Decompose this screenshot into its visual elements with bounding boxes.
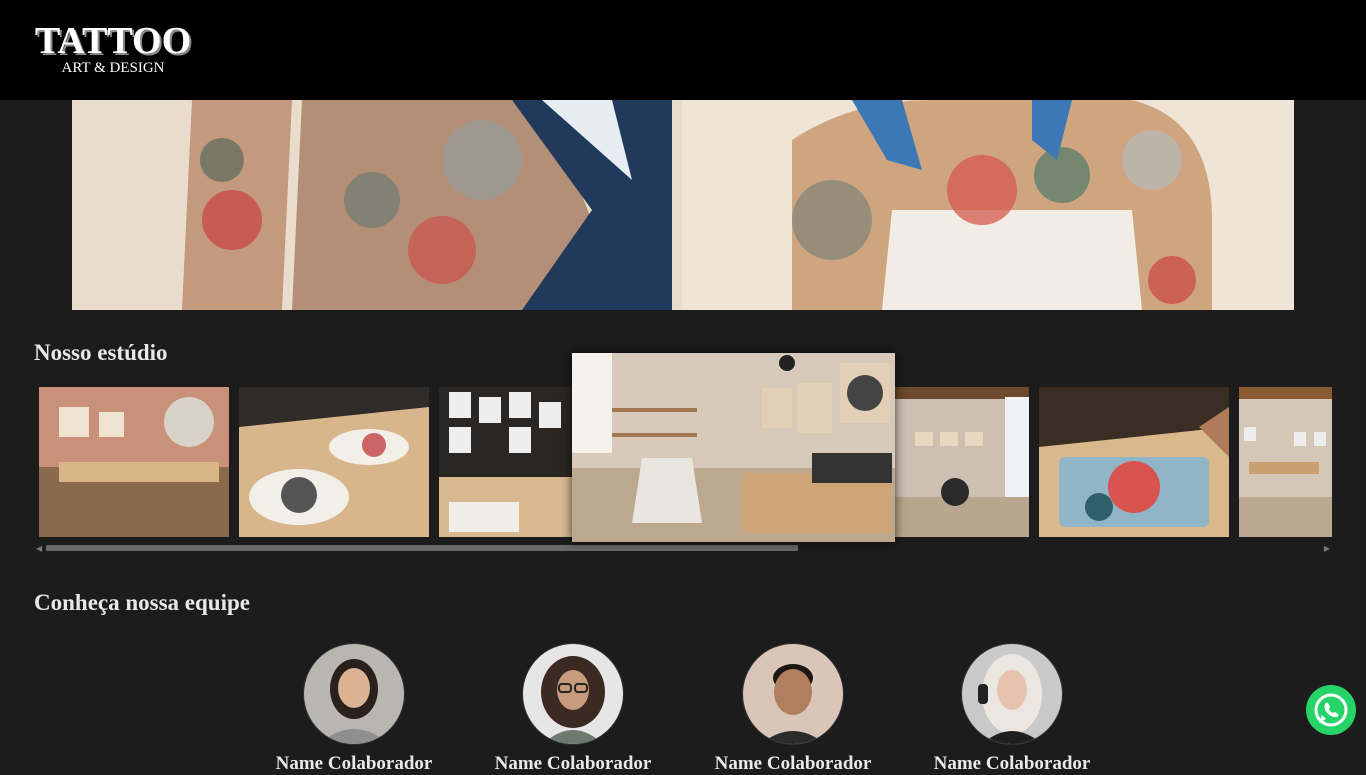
studio-photo[interactable] <box>39 387 229 537</box>
studio-photo[interactable] <box>239 387 429 537</box>
logo-subtitle: ART & DESIGN <box>61 60 165 76</box>
logo-title: TATTOO <box>34 20 192 62</box>
whatsapp-icon <box>1314 693 1348 727</box>
avatar <box>522 643 624 745</box>
scroll-right-arrow-icon[interactable]: ▶ <box>1324 544 1330 553</box>
team-section-title: Conheça nossa equipe <box>34 590 250 615</box>
gallery-scrollbar[interactable]: ◀ ▶ <box>34 543 1332 553</box>
team-member-name: Name Colaborador <box>275 753 433 774</box>
team-member-card[interactable]: Name Colaborador <box>473 643 673 775</box>
studio-photo[interactable] <box>1039 387 1229 537</box>
scroll-left-arrow-icon[interactable]: ◀ <box>36 544 42 553</box>
studio-photo[interactable] <box>1239 387 1332 537</box>
whatsapp-button[interactable] <box>1306 685 1356 735</box>
team-member-name: Name Colaborador <box>494 753 652 774</box>
team-member-card[interactable]: Name Colaborador <box>254 643 454 775</box>
team-member-card[interactable]: Name Colaborador <box>693 643 893 775</box>
team-member-name: Name Colaborador <box>714 753 872 774</box>
studio-photo-featured[interactable] <box>572 353 895 542</box>
studio-section-title: Nosso estúdio <box>34 340 168 365</box>
logo[interactable]: TATTOO ART & DESIGN <box>28 22 198 76</box>
avatar <box>961 643 1063 745</box>
team-member-name: Name Colaborador <box>933 753 1091 774</box>
avatar <box>303 643 405 745</box>
scrollbar-thumb[interactable] <box>46 545 798 551</box>
studio-photo[interactable] <box>895 387 1029 537</box>
team-member-card[interactable]: Name Colaborador <box>912 643 1112 775</box>
studio-gallery[interactable] <box>34 353 1332 550</box>
hero-banner-image <box>72 100 1294 310</box>
site-header: TATTOO ART & DESIGN <box>0 0 1366 100</box>
avatar <box>742 643 844 745</box>
